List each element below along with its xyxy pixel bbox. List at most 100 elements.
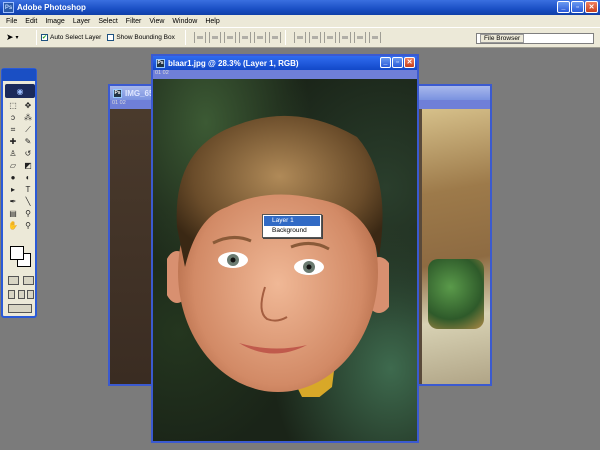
chevron-down-icon: ▾: [15, 35, 19, 41]
minimize-button[interactable]: _: [557, 1, 570, 13]
menu-window[interactable]: Window: [168, 18, 201, 25]
jump-row: [8, 304, 34, 313]
document-maximize-button[interactable]: ▫: [392, 57, 403, 68]
path-select-icon[interactable]: ▸: [6, 184, 20, 195]
slice-tool-icon[interactable]: ⟋: [21, 124, 35, 135]
auto-select-layer-checkbox[interactable]: ✔ Auto Select Layer: [41, 34, 101, 41]
photo-region: [428, 259, 484, 329]
document-minimize-button[interactable]: _: [380, 57, 391, 68]
document-icon: Ps: [156, 58, 165, 68]
align-right-icon[interactable]: [268, 32, 281, 43]
close-button[interactable]: ✕: [585, 1, 598, 13]
standard-mode-icon[interactable]: [8, 276, 19, 285]
app-title: Adobe Photoshop: [17, 3, 86, 12]
document-title: blaar1.jpg @ 28.3% (Layer 1, RGB): [168, 58, 299, 68]
photoshop-logo-icon: Ps: [3, 2, 14, 13]
image-canvas[interactable]: [153, 79, 417, 441]
lasso-tool-icon[interactable]: ↄ: [6, 112, 20, 123]
line-tool-icon[interactable]: ╲: [21, 196, 35, 207]
document-title-bar[interactable]: Ps blaar1.jpg @ 28.3% (Layer 1, RGB) _ ▫…: [153, 56, 417, 70]
layer-context-menu: Layer 1 Background: [262, 214, 322, 238]
type-tool-icon[interactable]: T: [21, 184, 35, 195]
hand-tool-icon[interactable]: ✋: [6, 220, 20, 231]
menu-file[interactable]: File: [2, 18, 21, 25]
move-tool-preset-button[interactable]: ➤ ▾: [6, 30, 32, 46]
file-browser-tab[interactable]: File Browser: [480, 34, 525, 43]
magic-wand-icon[interactable]: ⁂: [21, 112, 35, 123]
divider: [184, 30, 186, 45]
ruler: 01 02: [155, 70, 169, 76]
eyedropper-icon[interactable]: ⚲: [21, 208, 35, 219]
eraser-tool-icon[interactable]: ▱: [6, 160, 20, 171]
options-bar: ➤ ▾ ✔ Auto Select Layer Show Bounding Bo…: [0, 27, 600, 48]
clone-stamp-icon[interactable]: ♙: [6, 148, 20, 159]
align-buttons: [193, 32, 281, 43]
tool-grid: ⬚ ✥ ↄ ⁂ ⌗ ⟋ ✚ ✎ ♙ ↺ ▱ ◩ ● ◐ ▸ T ✒ ╲ ▤ ⚲ …: [6, 100, 36, 231]
mask-mode-row: [8, 276, 34, 285]
screen-mode-full-icon[interactable]: [27, 290, 34, 299]
palette-well: File Browser: [476, 33, 594, 44]
distribute-right-icon[interactable]: [368, 32, 381, 43]
toolbox-header[interactable]: [2, 69, 36, 81]
menu-bar: File Edit Image Layer Select Filter View…: [0, 15, 600, 27]
menu-help[interactable]: Help: [201, 18, 223, 25]
align-top-icon[interactable]: [193, 32, 206, 43]
divider: [36, 30, 37, 45]
menu-filter[interactable]: Filter: [122, 18, 146, 25]
distribute-top-icon[interactable]: [293, 32, 306, 43]
active-document-window[interactable]: Ps blaar1.jpg @ 28.3% (Layer 1, RGB) _ ▫…: [151, 54, 419, 443]
menu-edit[interactable]: Edit: [21, 18, 41, 25]
menu-select[interactable]: Select: [94, 18, 121, 25]
photo-region: [422, 109, 490, 384]
document-close-button[interactable]: ✕: [404, 57, 415, 68]
pen-tool-icon[interactable]: ✒: [6, 196, 20, 207]
distribute-center-icon[interactable]: [353, 32, 366, 43]
distribute-middle-icon[interactable]: [308, 32, 321, 43]
distribute-left-icon[interactable]: [338, 32, 351, 43]
context-menu-item-background[interactable]: Background: [264, 226, 320, 236]
distribute-bottom-icon[interactable]: [323, 32, 336, 43]
dodge-tool-icon[interactable]: ◐: [21, 172, 35, 183]
context-menu-item-layer-1[interactable]: Layer 1: [264, 216, 320, 226]
screen-mode-row: [8, 290, 34, 299]
divider: [284, 30, 286, 45]
photo-region: [110, 109, 154, 384]
healing-brush-icon[interactable]: ✚: [6, 136, 20, 147]
foreground-color-swatch[interactable]: [10, 246, 24, 260]
align-middle-icon[interactable]: [208, 32, 221, 43]
distribute-buttons: [293, 32, 381, 43]
document-icon: Ps: [113, 88, 122, 98]
gradient-tool-icon[interactable]: ◩: [21, 160, 35, 171]
child-face-photo: [167, 115, 389, 397]
jump-to-imageready-icon[interactable]: [8, 304, 32, 313]
marquee-tool-icon[interactable]: ⬚: [6, 100, 20, 111]
document-window-controls: _ ▫ ✕: [380, 57, 415, 68]
photoshop-eye-icon[interactable]: ◉: [5, 84, 35, 98]
window-controls: _ ▫ ✕: [557, 1, 598, 13]
menu-image[interactable]: Image: [41, 18, 68, 25]
checkmark-icon: ✔: [41, 34, 48, 41]
menu-layer[interactable]: Layer: [69, 18, 95, 25]
notes-tool-icon[interactable]: ▤: [6, 208, 20, 219]
blur-tool-icon[interactable]: ●: [6, 172, 20, 183]
zoom-tool-icon[interactable]: ⚲: [21, 220, 35, 231]
menu-view[interactable]: View: [145, 18, 168, 25]
toolbox: ◉ ⬚ ✥ ↄ ⁂ ⌗ ⟋ ✚ ✎ ♙ ↺ ▱ ◩ ● ◐ ▸ T ✒ ╲ ▤ …: [1, 68, 37, 318]
screen-mode-standard-icon[interactable]: [8, 290, 15, 299]
align-center-icon[interactable]: [253, 32, 266, 43]
document-title: IMG_65: [125, 88, 154, 98]
history-brush-icon[interactable]: ↺: [21, 148, 35, 159]
align-bottom-icon[interactable]: [223, 32, 236, 43]
crop-tool-icon[interactable]: ⌗: [6, 124, 20, 135]
move-tool-icon[interactable]: ✥: [21, 100, 35, 111]
empty-checkbox-icon: [107, 34, 115, 41]
screen-mode-menu-icon[interactable]: [17, 290, 25, 299]
restore-button[interactable]: ▫: [571, 1, 584, 13]
quick-mask-mode-icon[interactable]: [23, 276, 34, 285]
auto-select-layer-label: Auto Select Layer: [50, 34, 102, 41]
brush-tool-icon[interactable]: ✎: [21, 136, 35, 147]
align-left-icon[interactable]: [238, 32, 251, 43]
show-bounding-box-checkbox[interactable]: Show Bounding Box: [107, 34, 175, 41]
app-title-bar: Ps Adobe Photoshop _ ▫ ✕: [0, 0, 600, 15]
move-tool-icon: ➤: [6, 32, 14, 42]
